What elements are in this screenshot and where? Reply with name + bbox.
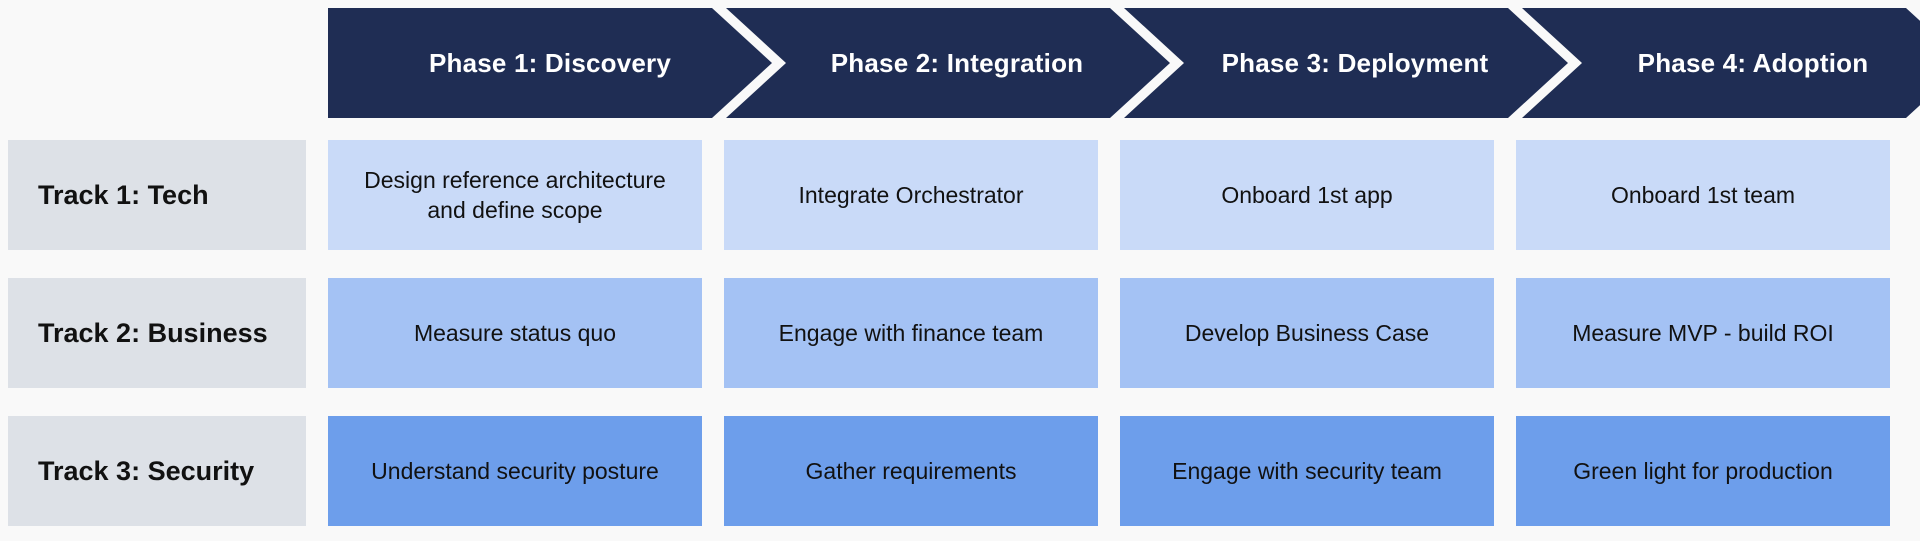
track-label-3[interactable]: Track 3: Security xyxy=(8,416,306,526)
task-cell-text: Onboard 1st app xyxy=(1221,180,1392,210)
track-label-2[interactable]: Track 2: Business xyxy=(8,278,306,388)
task-cell-text: Engage with finance team xyxy=(779,318,1044,348)
task-cell-t1-p2[interactable]: Integrate Orchestrator xyxy=(724,140,1098,250)
task-cell-text: Green light for production xyxy=(1573,456,1833,486)
task-cell-t3-p1[interactable]: Understand security posture xyxy=(328,416,702,526)
phased-roadmap-diagram: Phase 1: Discovery Phase 2: Integration Ph… xyxy=(0,0,1920,541)
track-label-1[interactable]: Track 1: Tech xyxy=(8,140,306,250)
track-row-1: Track 1: Tech Design reference architectu… xyxy=(0,140,1920,250)
track-row-2: Track 2: Business Measure status quo Engag… xyxy=(0,278,1920,388)
phase-arrow-1[interactable]: Phase 1: Discovery xyxy=(328,8,772,118)
task-cell-t1-p4[interactable]: Onboard 1st team xyxy=(1516,140,1890,250)
task-cell-text: Gather requirements xyxy=(806,456,1017,486)
task-cell-text: Measure status quo xyxy=(414,318,616,348)
task-cell-text: Measure MVP - build ROI xyxy=(1572,318,1834,348)
task-cell-t2-p4[interactable]: Measure MVP - build ROI xyxy=(1516,278,1890,388)
task-cell-t3-p2[interactable]: Gather requirements xyxy=(724,416,1098,526)
phase-arrow-3[interactable]: Phase 3: Deployment xyxy=(1124,8,1568,118)
task-cell-t1-p3[interactable]: Onboard 1st app xyxy=(1120,140,1494,250)
track-label-text: Track 3: Security xyxy=(38,456,254,487)
phase-label: Phase 2: Integration xyxy=(813,48,1084,79)
task-cell-t1-p1[interactable]: Design reference architecture and define… xyxy=(328,140,702,250)
phase-label: Phase 4: Adoption xyxy=(1620,48,1869,79)
phase-label: Phase 1: Discovery xyxy=(429,48,671,79)
task-cell-text: Understand security posture xyxy=(371,456,659,486)
task-cell-text: Develop Business Case xyxy=(1185,318,1429,348)
task-cell-t2-p3[interactable]: Develop Business Case xyxy=(1120,278,1494,388)
task-cell-text: Integrate Orchestrator xyxy=(799,180,1024,210)
task-cell-text: Onboard 1st team xyxy=(1611,180,1795,210)
track-label-text: Track 2: Business xyxy=(38,318,268,349)
phase-arrow-2[interactable]: Phase 2: Integration xyxy=(726,8,1170,118)
phase-label: Phase 3: Deployment xyxy=(1204,48,1489,79)
phase-arrow-4[interactable]: Phase 4: Adoption xyxy=(1522,8,1920,118)
task-cell-t3-p4[interactable]: Green light for production xyxy=(1516,416,1890,526)
task-cell-t2-p1[interactable]: Measure status quo xyxy=(328,278,702,388)
phase-header-row: Phase 1: Discovery Phase 2: Integration Ph… xyxy=(0,8,1920,118)
track-label-text: Track 1: Tech xyxy=(38,180,209,211)
task-cell-text: Engage with security team xyxy=(1172,456,1442,486)
task-cell-t3-p3[interactable]: Engage with security team xyxy=(1120,416,1494,526)
task-cell-t2-p2[interactable]: Engage with finance team xyxy=(724,278,1098,388)
track-row-3: Track 3: Security Understand security pos… xyxy=(0,416,1920,526)
task-cell-text: Design reference architecture and define… xyxy=(342,165,688,226)
